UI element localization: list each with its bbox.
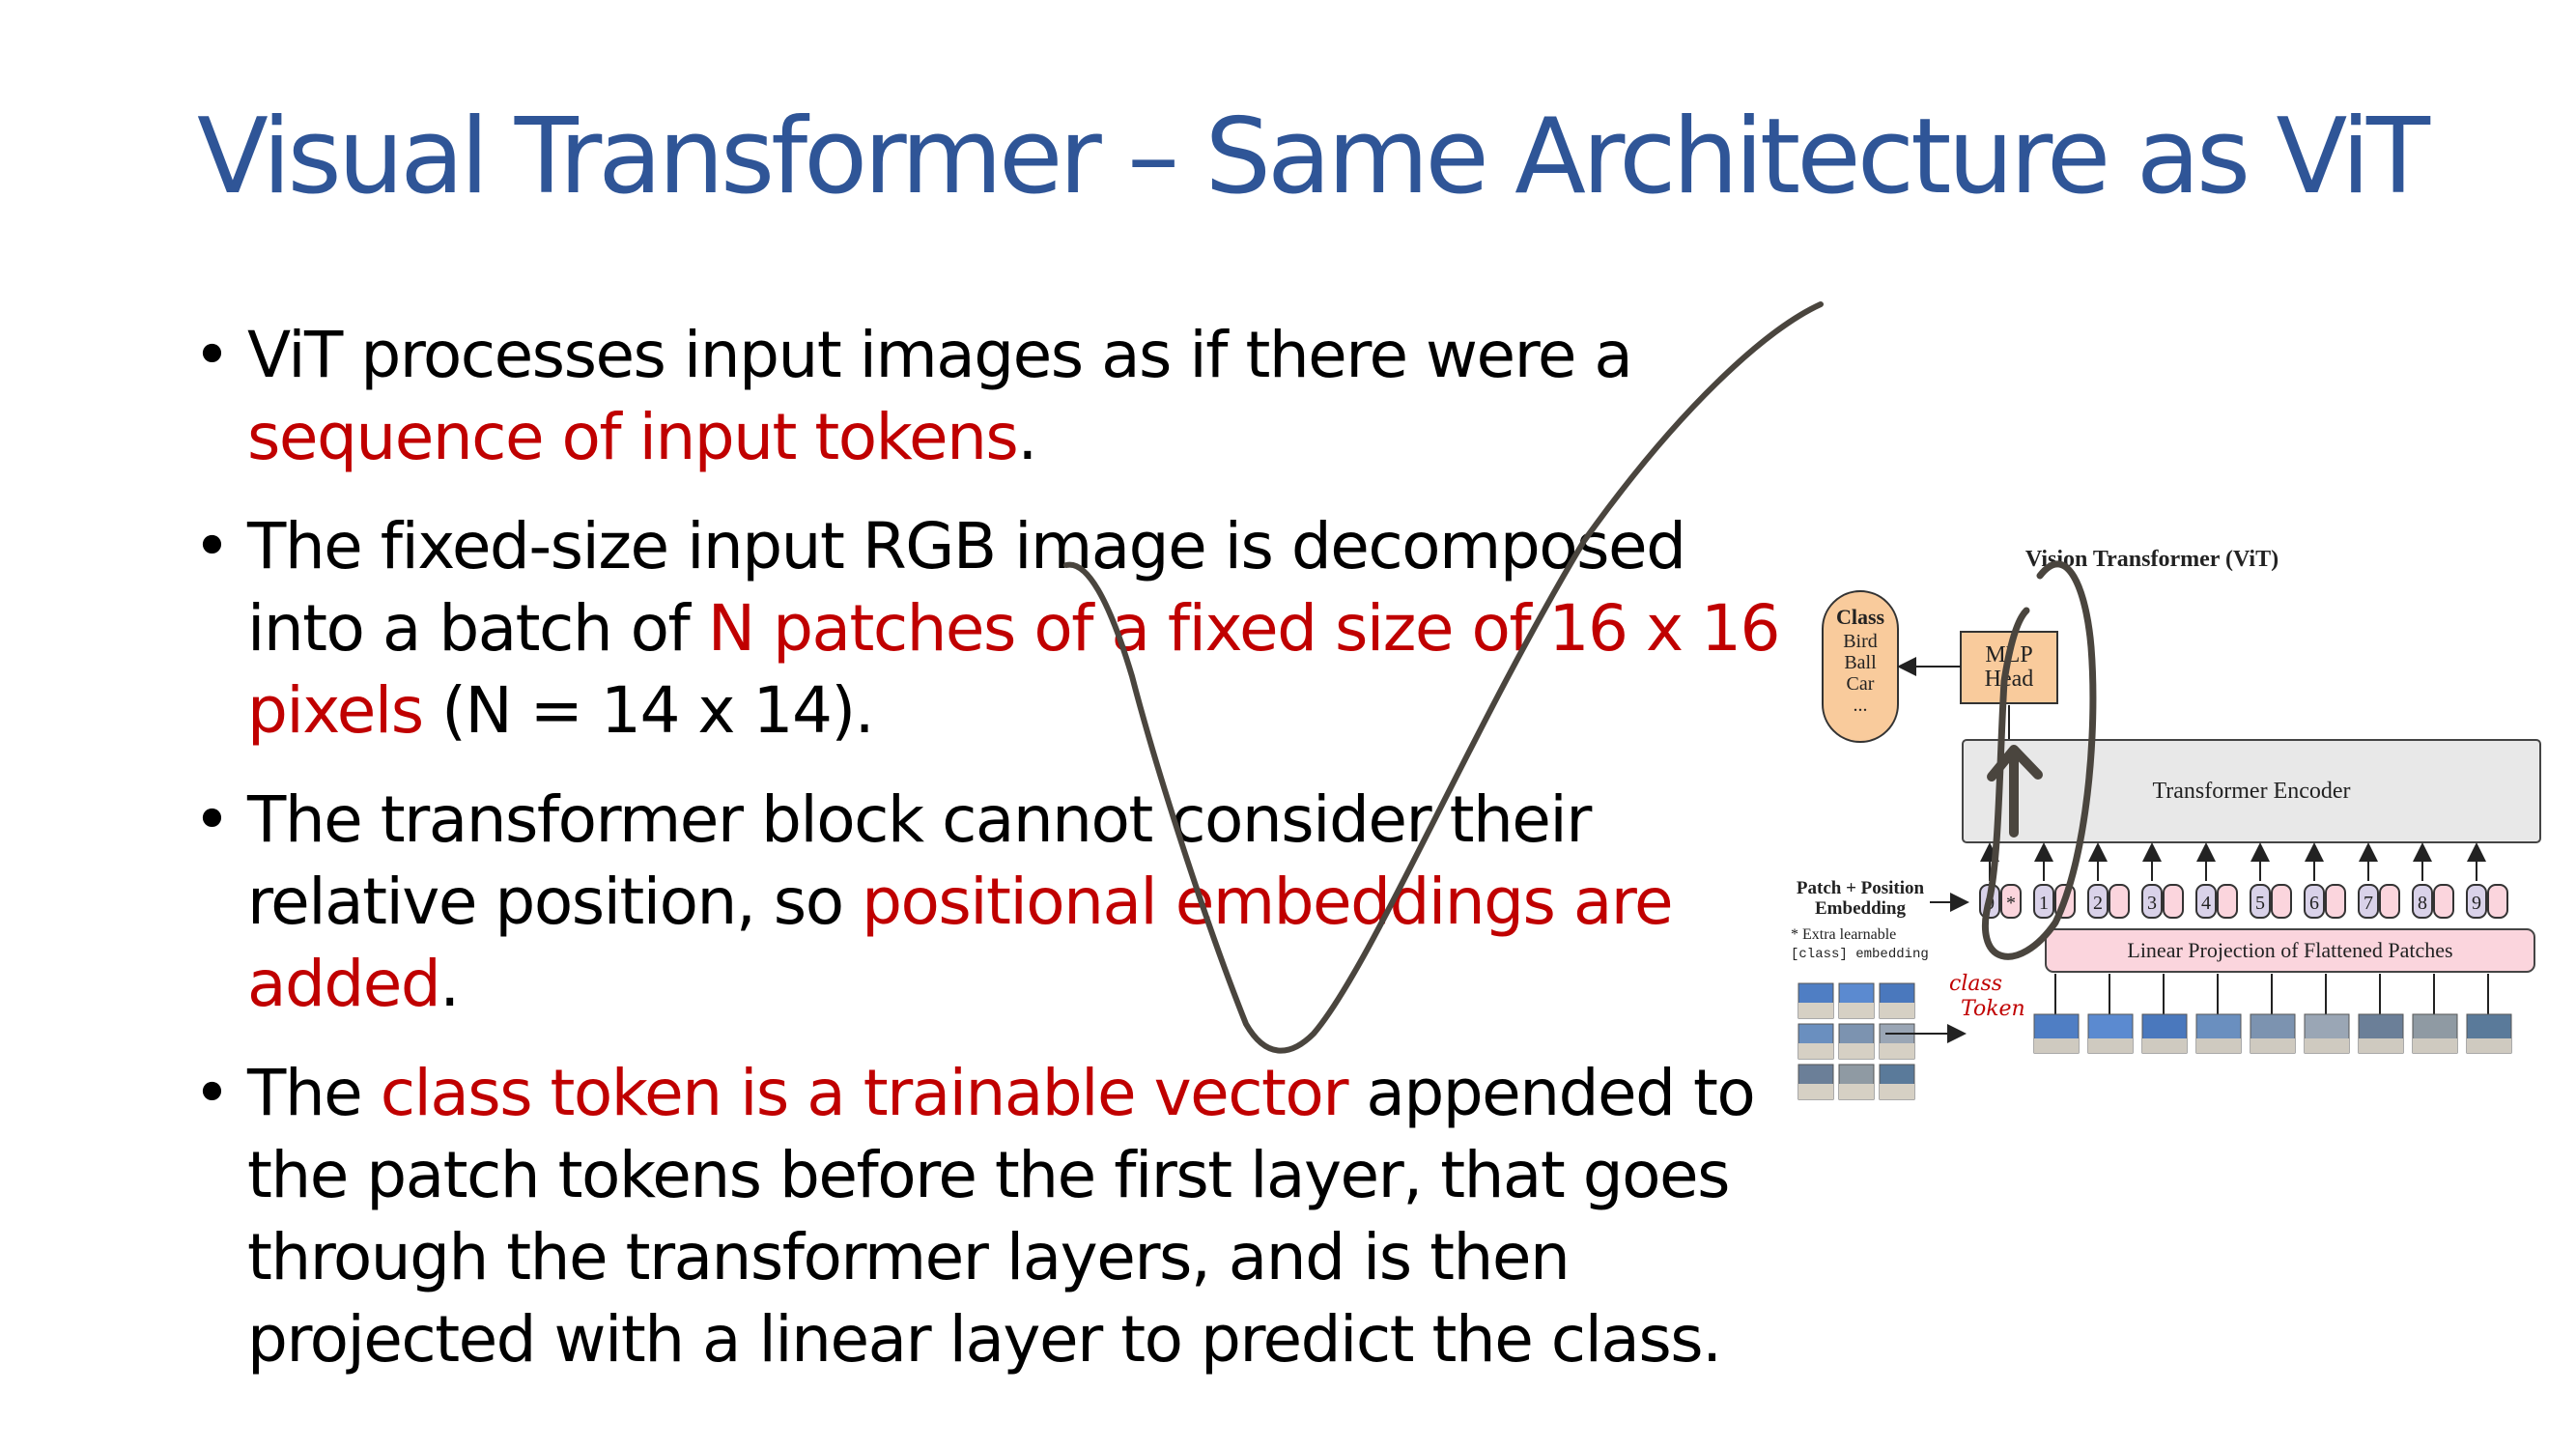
slide: Visual Transformer – Same Architecture a…	[0, 0, 2576, 1449]
slide-title: Visual Transformer – Same Architecture a…	[197, 97, 2430, 217]
diagram-title: Vision Transformer (ViT)	[2025, 547, 2279, 572]
position-token-label: 1	[2039, 893, 2049, 914]
linear-projection-label: Linear Projection of Flattened Patches	[2127, 938, 2452, 962]
patch-token	[2217, 884, 2238, 919]
bullet-highlight: class token is a trainable vector	[380, 1056, 1349, 1130]
patch-group	[2033, 974, 2512, 1054]
transformer-encoder-label: Transformer Encoder	[2152, 779, 2350, 804]
image-patch-ground	[2142, 1038, 2187, 1053]
bullet-item: ViT processes input images as if there w…	[193, 314, 1797, 478]
bullet-list: ViT processes input images as if there w…	[193, 314, 1797, 1407]
embedding-label: Patch + Position	[1797, 878, 1925, 898]
image-patch-ground	[2250, 1038, 2295, 1053]
token-group: 0 * 1 2 3 4 5 6 7 8 9	[1979, 842, 2508, 919]
position-token-label: 9	[2472, 893, 2481, 914]
patch-token	[2433, 884, 2454, 919]
bullet-item: The class token is a trainable vector ap…	[193, 1052, 1797, 1380]
source-image-cell-ground	[1798, 1084, 1833, 1099]
patch-token	[2325, 884, 2346, 919]
position-token-label: 2	[2093, 893, 2103, 914]
patch-token	[2271, 884, 2292, 919]
class-item: Bird	[1843, 631, 1878, 652]
source-image-cell-ground	[1798, 1043, 1833, 1059]
extra-note: [class] embedding	[1791, 947, 1929, 962]
class-token-marker: *	[2006, 893, 2016, 914]
source-image-cell-ground	[1839, 1084, 1874, 1099]
patch-token	[2109, 884, 2130, 919]
bullet-item: The transformer block cannot consider th…	[193, 779, 1797, 1025]
image-patch-ground	[2467, 1038, 2511, 1053]
class-item: Ball	[1844, 652, 1877, 673]
bullet-text: ViT processes input images as if there w…	[247, 318, 1633, 392]
mlp-head-label: MLP	[1985, 642, 2032, 668]
image-patch-ground	[2359, 1038, 2403, 1053]
handwritten-note: Token	[1961, 997, 2025, 1021]
class-output-title: Class	[1836, 605, 1885, 629]
position-token-label: 4	[2201, 893, 2211, 914]
source-image-cell-ground	[1839, 1003, 1874, 1018]
vit-diagram: Vision Transformer (ViT) Class Bird Ball…	[1791, 547, 2541, 1100]
patch-token	[2379, 884, 2400, 919]
mlp-head-label: Head	[1985, 667, 2034, 692]
image-patch-ground	[2088, 1038, 2133, 1053]
class-item: ...	[1854, 695, 1868, 716]
source-image-cell-ground	[1880, 1084, 1914, 1099]
extra-note: * Extra learnable	[1791, 926, 1896, 943]
position-token-label: 6	[2309, 893, 2319, 914]
source-image-cell-ground	[1880, 1003, 1914, 1018]
bullet-highlight: sequence of input tokens	[247, 400, 1019, 474]
image-patch-ground	[2196, 1038, 2241, 1053]
class-item: Car	[1847, 673, 1875, 695]
bullet-text: (N = 14 x 14).	[422, 673, 875, 748]
position-token-label: 8	[2418, 893, 2427, 914]
position-token-label: 7	[2364, 893, 2373, 914]
source-image-cell-ground	[1839, 1043, 1874, 1059]
position-token-label: 3	[2147, 893, 2157, 914]
patch-token	[2054, 884, 2076, 919]
image-patch-ground	[2413, 1038, 2457, 1053]
source-image-cell-ground	[1798, 1003, 1833, 1018]
source-image-grid	[1798, 982, 1915, 1100]
patch-token	[2487, 884, 2508, 919]
bullet-text: .	[439, 947, 460, 1021]
image-patch-ground	[2305, 1038, 2349, 1053]
bullet-text: The	[247, 1056, 381, 1130]
position-token-label: 5	[2255, 893, 2265, 914]
embedding-label: Embedding	[1815, 898, 1906, 919]
position-token-label: 0	[1985, 893, 1995, 914]
bullet-text: .	[1017, 400, 1037, 474]
bullet-item: The fixed-size input RGB image is decomp…	[193, 505, 1797, 752]
handwritten-note: class	[1949, 972, 2002, 996]
image-patch-ground	[2034, 1038, 2079, 1053]
patch-token	[2163, 884, 2184, 919]
source-image-cell-ground	[1880, 1043, 1914, 1059]
